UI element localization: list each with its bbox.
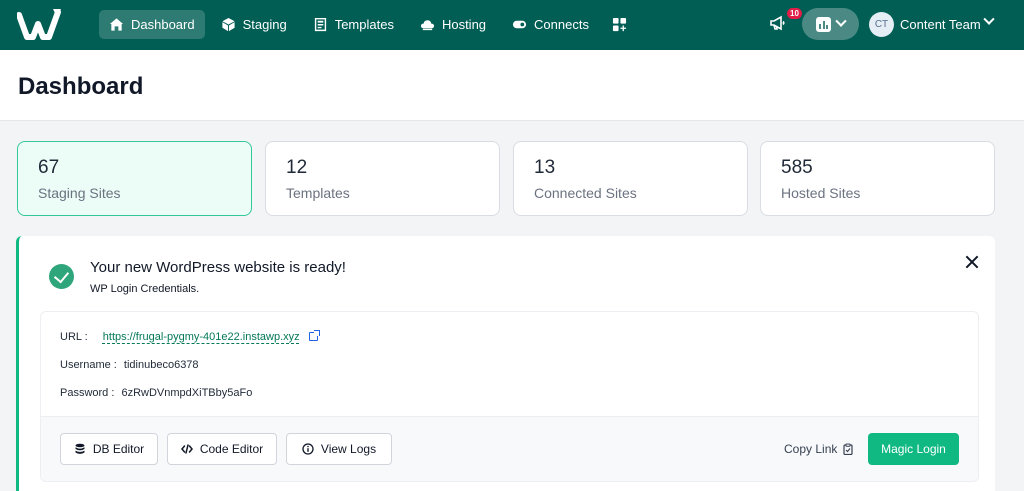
- password-value: 6zRwDVnmpdXiTBby5aFo: [121, 387, 253, 399]
- stat-value: 13: [534, 157, 556, 178]
- username-row: Username : tidinubeco6378: [60, 359, 199, 371]
- nav-hosting[interactable]: Hosting: [410, 10, 496, 39]
- database-icon: [75, 443, 85, 454]
- nav-connects[interactable]: Connects: [502, 10, 599, 39]
- stat-staging-sites[interactable]: 67 Staging Sites: [17, 141, 252, 216]
- nav-staging[interactable]: Staging: [211, 10, 297, 39]
- stat-value: 67: [38, 157, 60, 178]
- nav-templates-label: Templates: [334, 17, 394, 32]
- url-label: URL :: [60, 331, 88, 343]
- user-menu-chevron-icon[interactable]: [983, 13, 995, 25]
- nav-hosting-label: Hosting: [441, 17, 487, 32]
- stat-label: Templates: [286, 185, 350, 201]
- user-avatar[interactable]: CT: [869, 12, 894, 37]
- username-label: Username :: [60, 359, 117, 371]
- notification-badge: 10: [787, 8, 802, 19]
- top-navbar: Dashboard Staging Templates Hosting Conn…: [0, 0, 1024, 50]
- page-header: Dashboard: [0, 50, 1024, 121]
- code-editor-label: Code Editor: [199, 442, 264, 456]
- db-editor-button[interactable]: DB Editor: [60, 433, 158, 465]
- code-icon: [180, 444, 193, 454]
- cube-icon: [222, 17, 235, 32]
- nav-dashboard-label: Dashboard: [131, 17, 195, 32]
- db-editor-label: DB Editor: [92, 442, 145, 456]
- username-value: tidinubeco6378: [123, 359, 199, 371]
- stat-templates[interactable]: 12 Templates: [265, 141, 500, 216]
- password-row: Password : 6zRwDVnmpdXiTBby5aFo: [60, 387, 252, 399]
- announcements-button[interactable]: 10: [768, 8, 802, 37]
- template-icon: [314, 17, 326, 32]
- credentials-panel: URL : https://frugal-pygmy-401e22.instaw…: [40, 311, 979, 482]
- nav-staging-label: Staging: [242, 17, 287, 32]
- stat-connected-sites[interactable]: 13 Connected Sites: [513, 141, 748, 216]
- stat-value: 12: [286, 157, 308, 178]
- bar-chart-icon: [816, 16, 831, 32]
- view-logs-button[interactable]: View Logs: [286, 433, 392, 465]
- stat-hosted-sites[interactable]: 585 Hosted Sites: [760, 141, 995, 216]
- site-ready-notice: Your new WordPress website is ready! WP …: [16, 236, 995, 491]
- chevron-down-icon: [835, 15, 847, 27]
- toggle-icon: [512, 20, 527, 29]
- notice-title: Your new WordPress website is ready!: [90, 259, 346, 276]
- clipboard-icon: [843, 443, 853, 455]
- password-label: Password :: [60, 387, 115, 399]
- nav-dashboard[interactable]: Dashboard: [99, 10, 205, 39]
- check-circle-icon: [49, 264, 74, 289]
- close-icon[interactable]: [965, 255, 979, 269]
- nav-apps-button[interactable]: [605, 10, 634, 39]
- stat-value: 585: [781, 157, 813, 178]
- notice-subtitle: WP Login Credentials.: [90, 283, 200, 295]
- copy-link-label: Copy Link: [784, 442, 838, 456]
- instawp-logo[interactable]: [17, 7, 63, 43]
- megaphone-icon: [770, 15, 785, 31]
- site-url-link[interactable]: https://frugal-pygmy-401e22.instawp.xyz: [103, 331, 300, 343]
- apps-grid-plus-icon: [612, 17, 627, 32]
- page-title: Dashboard: [18, 73, 144, 100]
- stat-label: Connected Sites: [534, 185, 637, 201]
- nav-templates[interactable]: Templates: [303, 10, 404, 39]
- cloud-icon: [420, 20, 435, 31]
- view-logs-label: View Logs: [320, 442, 377, 456]
- copy-link-button[interactable]: Copy Link: [784, 442, 854, 456]
- analytics-dropdown[interactable]: [802, 8, 859, 40]
- home-icon: [109, 18, 124, 31]
- nav-connects-label: Connects: [534, 17, 589, 32]
- external-link-icon[interactable]: [308, 330, 320, 341]
- user-name[interactable]: Content Team: [900, 17, 981, 32]
- credentials-actions: DB Editor Code Editor View Logs Copy Lin…: [41, 416, 978, 481]
- info-circle-icon: [302, 443, 314, 455]
- stat-label: Hosted Sites: [781, 185, 861, 201]
- magic-login-button[interactable]: Magic Login: [868, 433, 959, 465]
- code-editor-button[interactable]: Code Editor: [167, 433, 277, 465]
- url-row: URL : https://frugal-pygmy-401e22.instaw…: [60, 330, 320, 343]
- stat-label: Staging Sites: [38, 185, 121, 201]
